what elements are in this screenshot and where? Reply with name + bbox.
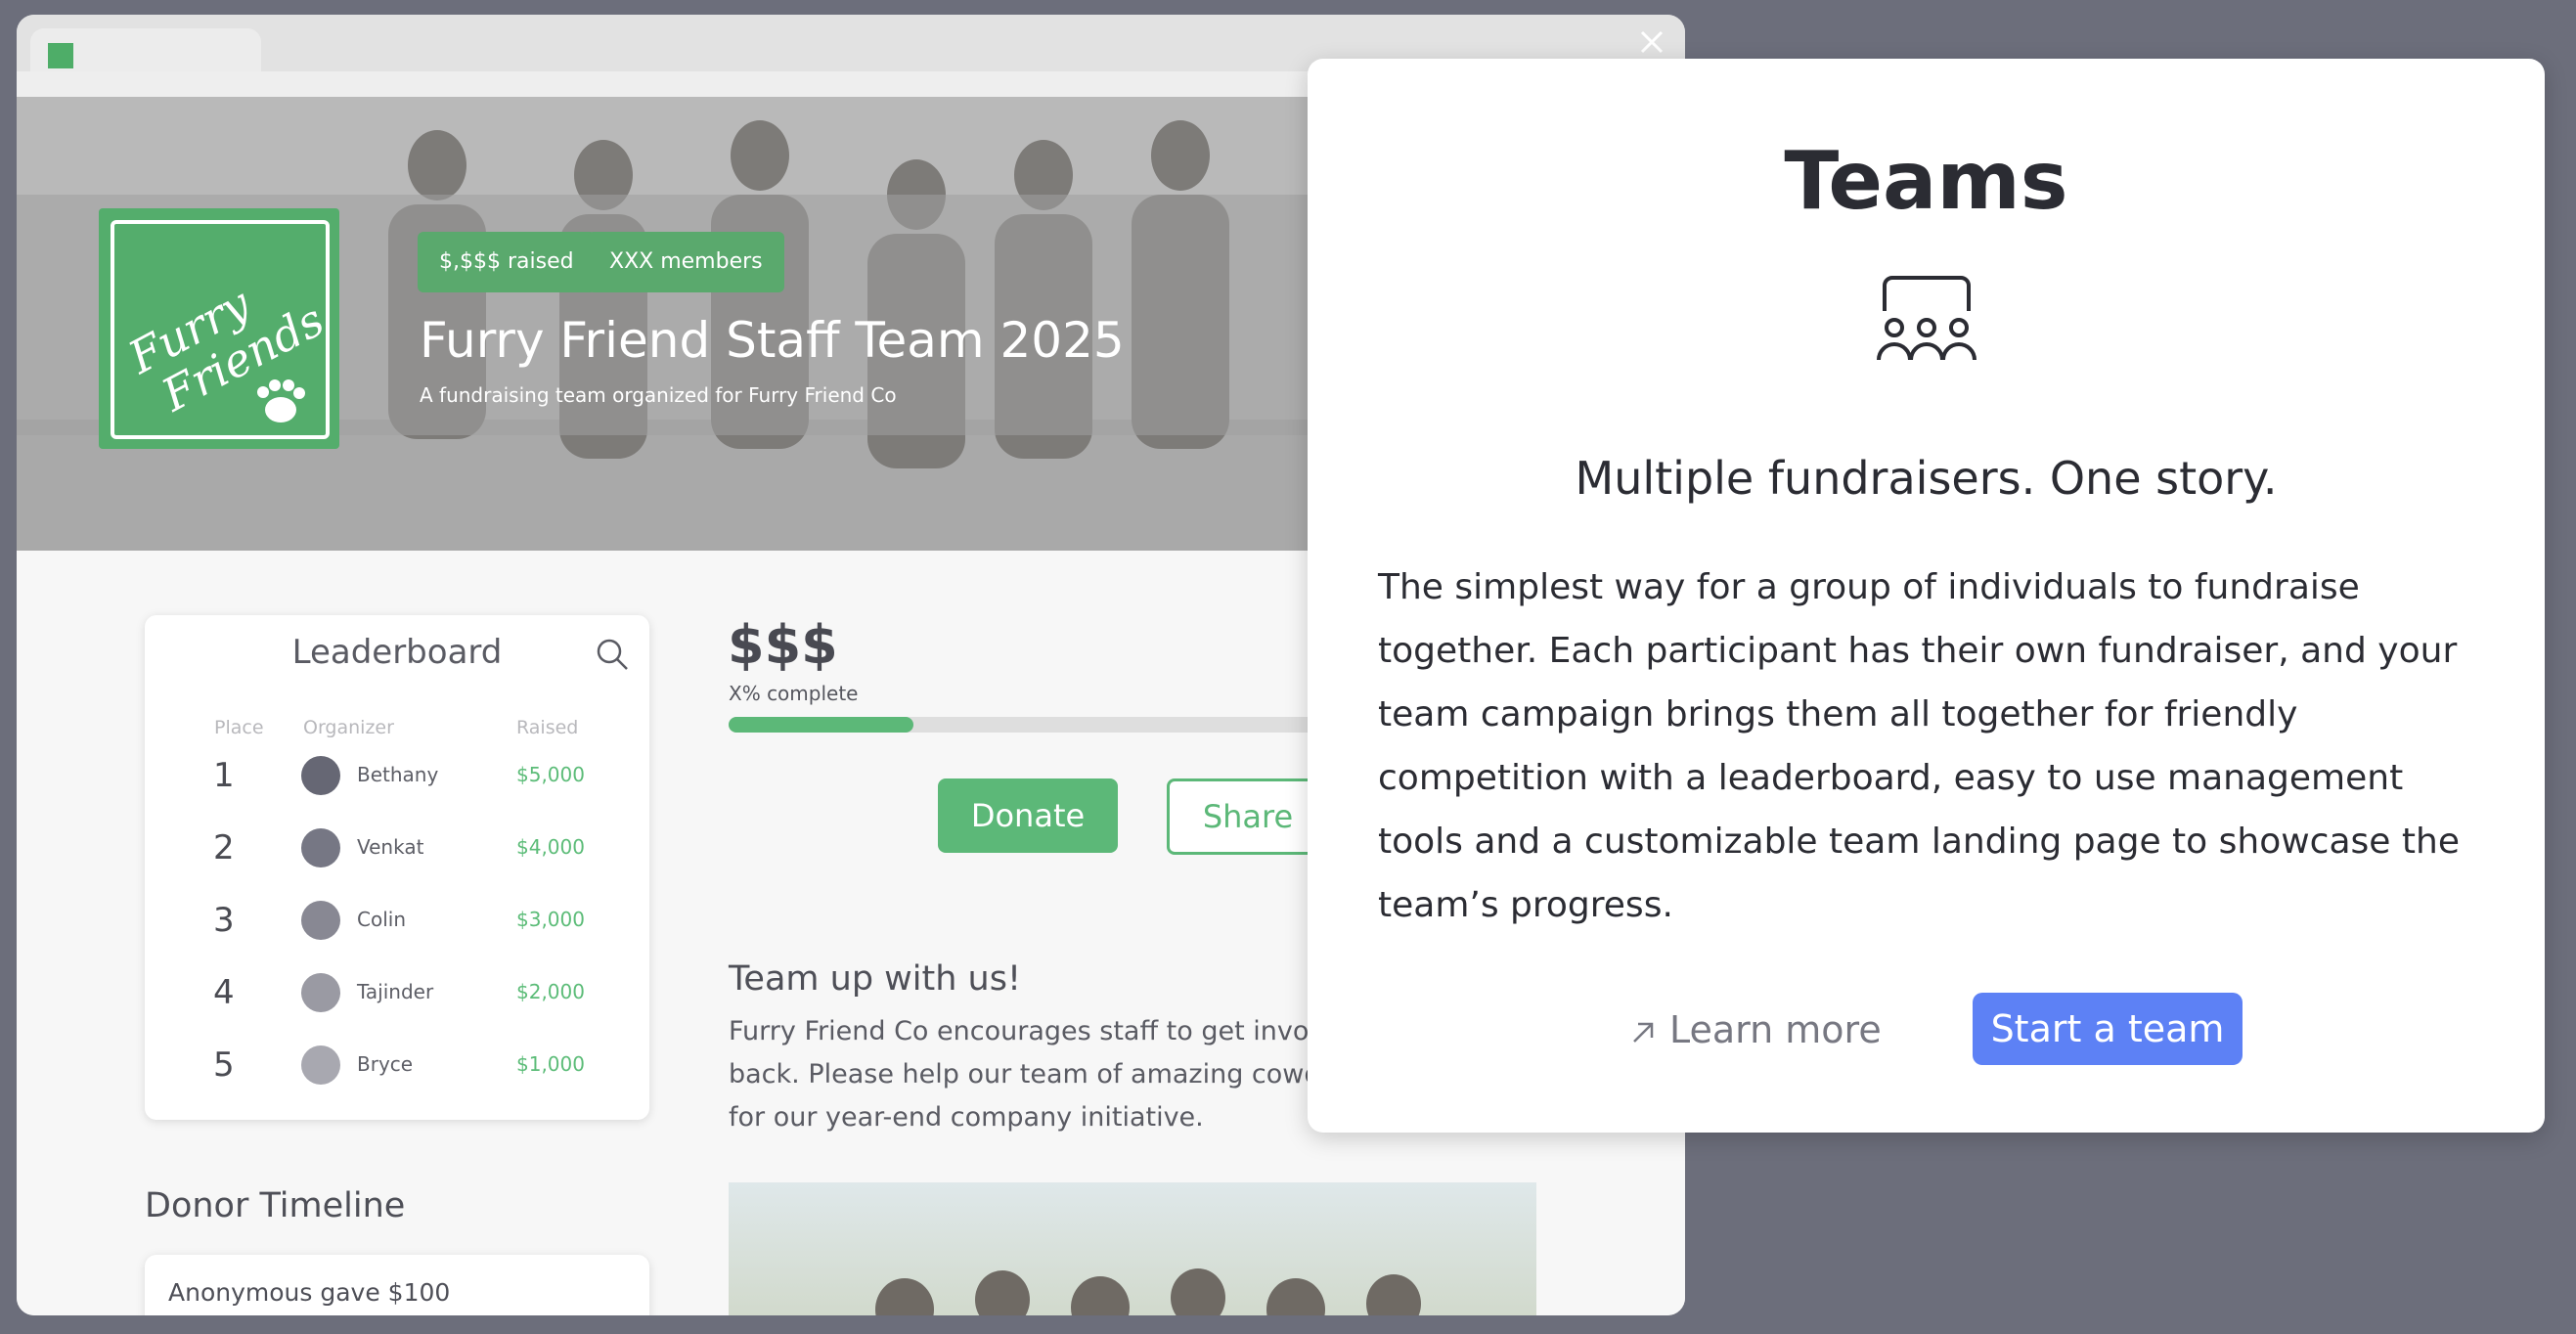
leaderboard-raised: $3,000 xyxy=(516,908,585,931)
team-logo: Furry Friends xyxy=(99,208,339,449)
modal-title: Teams xyxy=(1784,135,2068,228)
leaderboard-name: Bryce xyxy=(357,1052,414,1076)
team-group-icon xyxy=(1877,276,1976,361)
leaderboard-header-raised: Raised xyxy=(516,717,579,738)
leaderboard-row[interactable]: 4 Tajinder $2,000 xyxy=(145,963,649,1022)
start-team-button[interactable]: Start a team xyxy=(1973,993,2243,1065)
logo-frame: Furry Friends xyxy=(111,220,333,439)
leaderboard-name: Bethany xyxy=(357,763,439,786)
leaderboard-card: Leaderboard Place Organizer Raised 1 Bet… xyxy=(145,615,649,1120)
favicon-icon xyxy=(48,43,73,68)
leaderboard-raised: $2,000 xyxy=(516,980,585,1003)
modal-description: The simplest way for a group of individu… xyxy=(1378,567,2460,925)
leaderboard-place: 1 xyxy=(213,756,235,795)
furry-friends-logo-art: Furry Friends xyxy=(119,277,333,422)
leaderboard-place: 5 xyxy=(213,1045,235,1085)
teams-modal: Teams Multiple fundraisers. One story. T… xyxy=(1308,59,2545,1133)
team-up-heading: Team up with us! xyxy=(729,959,1021,999)
percent-complete: X% complete xyxy=(729,682,859,705)
members-badge: XXX members xyxy=(588,232,784,292)
leaderboard-place: 4 xyxy=(213,973,235,1012)
learn-more-label: Learn more xyxy=(1669,1008,1882,1051)
leaderboard-place: 3 xyxy=(213,901,235,940)
search-icon[interactable] xyxy=(595,637,630,672)
leaderboard-name: Venkat xyxy=(357,835,424,859)
leaderboard-name: Colin xyxy=(357,908,406,931)
team-photo xyxy=(729,1182,1536,1315)
raised-badge: $,$$$ raised xyxy=(418,232,596,292)
avatar xyxy=(301,901,340,940)
avatar xyxy=(301,1045,340,1085)
donor-timeline-heading: Donor Timeline xyxy=(145,1186,406,1225)
amount-raised: $$$ xyxy=(728,614,838,676)
leaderboard-row[interactable]: 2 Venkat $4,000 xyxy=(145,819,649,877)
leaderboard-raised: $4,000 xyxy=(516,835,585,859)
donor-entry-card: Anonymous gave $100 xyxy=(145,1255,649,1315)
leaderboard-name: Tajinder xyxy=(357,980,434,1003)
modal-subtitle: Multiple fundraisers. One story. xyxy=(1575,452,2278,505)
external-arrow-icon xyxy=(1633,1022,1654,1043)
donate-button[interactable]: Donate xyxy=(938,778,1118,853)
donor-entry: Anonymous gave $100 xyxy=(168,1278,451,1307)
leaderboard-row[interactable]: 5 Bryce $1,000 xyxy=(145,1036,649,1094)
team-description: Furry Friend Co encourages staff to get … xyxy=(729,1016,1332,1133)
leaderboard-place: 2 xyxy=(213,828,235,867)
avatar xyxy=(301,973,340,1012)
share-button[interactable]: Share xyxy=(1167,778,1329,855)
leaderboard-row[interactable]: 1 Bethany $5,000 xyxy=(145,746,649,805)
leaderboard-row[interactable]: 3 Colin $3,000 xyxy=(145,891,649,950)
close-icon[interactable] xyxy=(1634,24,1669,60)
avatar xyxy=(301,756,340,795)
team-subtitle: A fundraising team organized for Furry F… xyxy=(420,383,897,407)
leaderboard-header-place: Place xyxy=(214,717,264,738)
leaderboard-raised: $5,000 xyxy=(516,763,585,786)
learn-more-link[interactable]: Learn more xyxy=(1628,993,1882,1067)
progress-fill xyxy=(729,717,913,733)
leaderboard-header-organizer: Organizer xyxy=(303,717,394,738)
avatar xyxy=(301,828,340,867)
team-title: Furry Friend Staff Team 2025 xyxy=(420,312,1125,369)
leaderboard-raised: $1,000 xyxy=(516,1052,585,1076)
leaderboard-title: Leaderboard xyxy=(291,633,503,672)
